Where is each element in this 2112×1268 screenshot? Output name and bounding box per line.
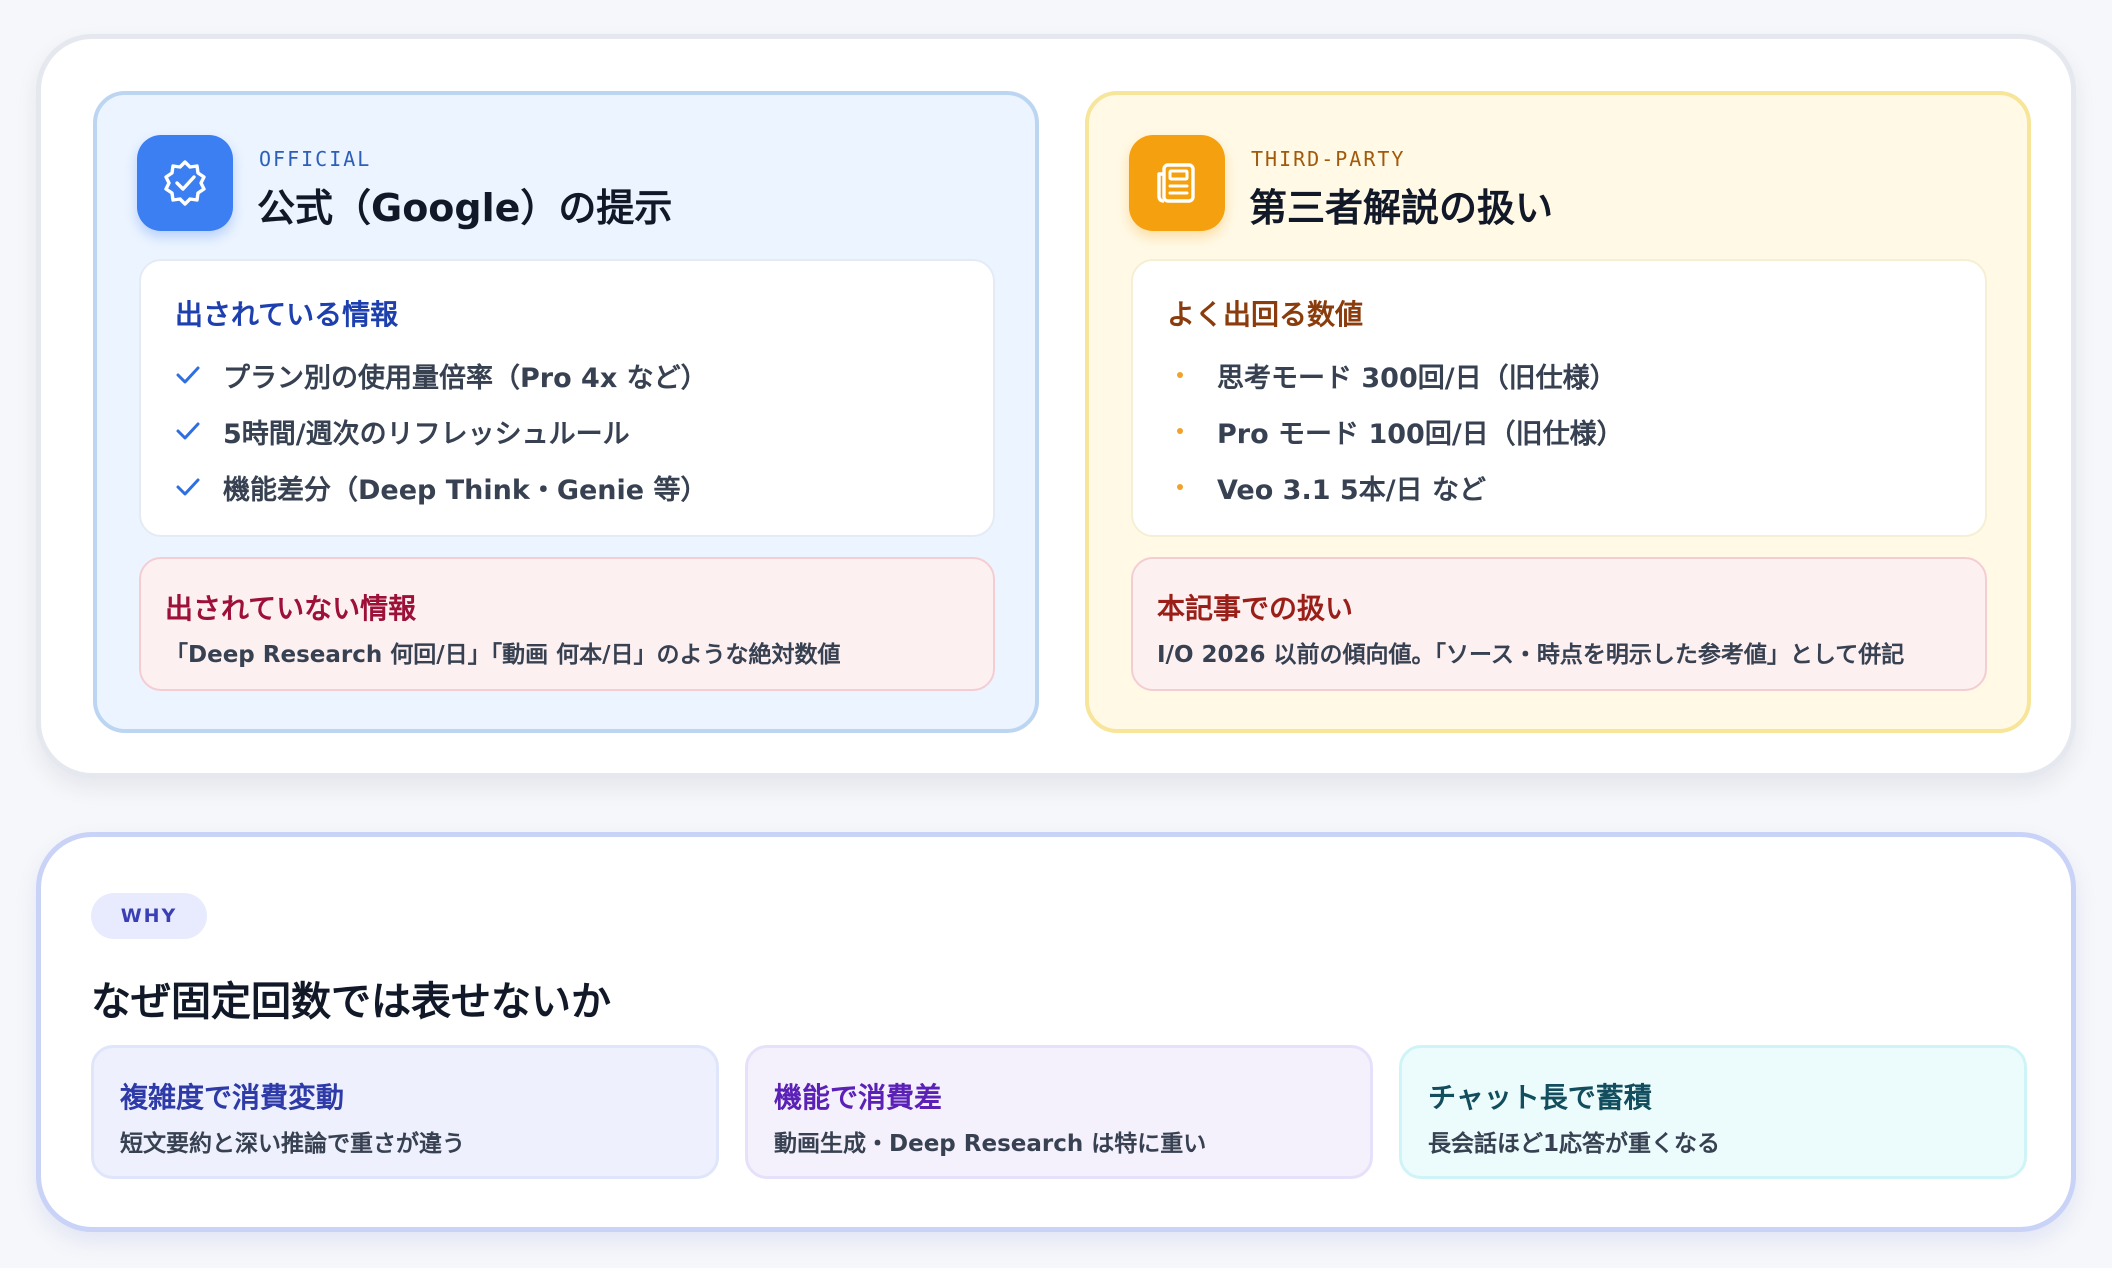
list-item: 思考モード 300回/日（旧仕様） [1167, 347, 1624, 403]
list-item: Pro モード 100回/日（旧仕様） [1167, 403, 1624, 459]
official-panel: OFFICIAL 公式（Google）の提示 出されている情報 プラン別の使用量… [93, 91, 1039, 733]
list-item-text: 思考モード 300回/日（旧仕様） [1217, 362, 1617, 394]
list-item-text: プラン別の使用量倍率（Pro 4x など） [223, 362, 708, 394]
bullet-dot-icon [1177, 372, 1183, 378]
third-party-info-heading: よく出回る数値 [1167, 298, 1364, 331]
reason-title: チャット長で蓄積 [1428, 1081, 1652, 1114]
list-item: プラン別の使用量倍率（Pro 4x など） [175, 347, 708, 403]
official-note-text: 「Deep Research 何回/日」「動画 何本/日」のような絶対数値 [165, 642, 841, 668]
reason-description: 短文要約と深い推論で重さが違う [120, 1131, 465, 1157]
newspaper-icon [1129, 135, 1225, 231]
official-note-heading: 出されていない情報 [165, 592, 417, 625]
third-party-info-list: 思考モード 300回/日（旧仕様） Pro モード 100回/日（旧仕様） Ve… [1167, 347, 1624, 515]
check-icon [176, 422, 200, 440]
list-item: 機能差分（Deep Think・Genie 等） [175, 459, 708, 515]
third-party-panel: THIRD-PARTY 第三者解説の扱い よく出回る数値 思考モード 300回/… [1085, 91, 2031, 733]
list-item-text: Pro モード 100回/日（旧仕様） [1217, 418, 1624, 450]
third-party-note-text: I/O 2026 以前の傾向値。「ソース・時点を明示した参考値」として併記 [1157, 642, 1905, 668]
official-info-box: 出されている情報 プラン別の使用量倍率（Pro 4x など） 5時間/週次のリフ… [139, 259, 995, 537]
list-item: Veo 3.1 5本/日 など [1167, 459, 1624, 515]
bullet-dot-icon [1177, 484, 1183, 490]
why-card: WHY なぜ固定回数では表せないか 複雑度で消費変動 短文要約と深い推論で重さが… [36, 832, 2076, 1232]
list-item: 5時間/週次のリフレッシュルール [175, 403, 708, 459]
list-item-text: 5時間/週次のリフレッシュルール [223, 418, 630, 450]
official-info-list: プラン別の使用量倍率（Pro 4x など） 5時間/週次のリフレッシュルール 機… [175, 347, 708, 515]
verified-badge-icon [137, 135, 233, 231]
third-party-note-box: 本記事での扱い I/O 2026 以前の傾向値。「ソース・時点を明示した参考値」… [1131, 557, 1987, 691]
third-party-eyebrow: THIRD-PARTY [1251, 147, 1406, 171]
third-party-info-box: よく出回る数値 思考モード 300回/日（旧仕様） Pro モード 100回/日… [1131, 259, 1987, 537]
reason-description: 長会話ほど1応答が重くなる [1428, 1131, 1721, 1157]
list-item-text: 機能差分（Deep Think・Genie 等） [223, 474, 708, 506]
bullet-dot-icon [1177, 428, 1183, 434]
official-eyebrow: OFFICIAL [259, 147, 372, 171]
list-item-text: Veo 3.1 5本/日 など [1217, 474, 1486, 506]
reason-description: 動画生成・Deep Research は特に重い [774, 1131, 1207, 1157]
third-party-note-heading: 本記事での扱い [1157, 592, 1354, 625]
why-badge: WHY [91, 893, 207, 939]
reason-card: 機能で消費差 動画生成・Deep Research は特に重い [745, 1045, 1373, 1179]
check-icon [176, 366, 200, 384]
official-title: 公式（Google）の提示 [257, 186, 673, 230]
reason-title: 機能で消費差 [774, 1081, 943, 1114]
why-title: なぜ固定回数では表せないか [91, 979, 611, 1025]
third-party-title: 第三者解説の扱い [1249, 186, 1554, 230]
sources-comparison-card: OFFICIAL 公式（Google）の提示 出されている情報 プラン別の使用量… [36, 34, 2076, 778]
reason-card: チャット長で蓄積 長会話ほど1応答が重くなる [1399, 1045, 2027, 1179]
official-info-heading: 出されている情報 [175, 298, 399, 331]
reason-title: 複雑度で消費変動 [120, 1081, 345, 1114]
check-icon [176, 478, 200, 496]
reason-card: 複雑度で消費変動 短文要約と深い推論で重さが違う [91, 1045, 719, 1179]
official-note-box: 出されていない情報 「Deep Research 何回/日」「動画 何本/日」の… [139, 557, 995, 691]
